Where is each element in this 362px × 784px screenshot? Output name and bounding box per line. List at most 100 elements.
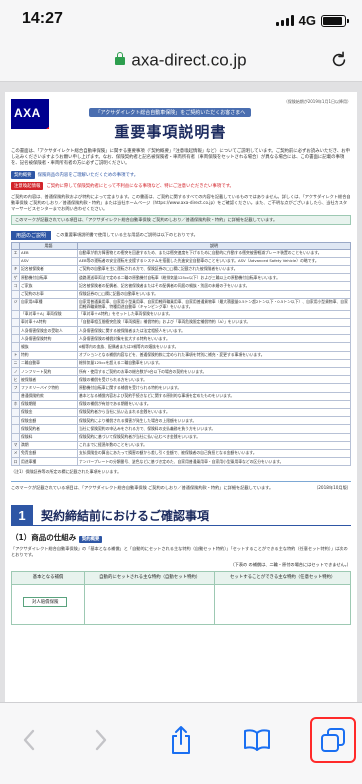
web-content[interactable]: AXA 「アクサダイレクト総合自動車保険」をご契約いただくお客さまへ 重要事項説… [0, 82, 362, 702]
status-time: 14:27 [22, 10, 63, 27]
table-row: コご家族 記名被保険者の配偶者、記名被保険者またはその配偶者の同居の親族・別居の未… [11, 281, 351, 291]
url-text[interactable]: axa-direct.co.jp [131, 51, 246, 70]
network-label: 4G [298, 13, 316, 28]
term-desc: 自動車が前方障害物との衝突を回避するため、または衝突速度を下げるために自動的に作… [77, 248, 351, 258]
legend-caution: 注意喚起情報 ご契約に際して保険契約者にとって不利益になる事項など、特にご注意い… [11, 181, 351, 190]
share-icon [172, 726, 190, 754]
logo-text: AXA [14, 106, 41, 120]
table-row: 親族 6親等内の血族、配偶者または3親等内の姻族をいいます。 [11, 342, 351, 352]
term-desc: ナンバープレートの分類番号、塗色などに基づき定めた、自家用普通乗用車・自家用小型… [77, 457, 351, 467]
term-desc: 支払保険金の算出にあたって損害の額から差し引く金額で、被保険者の自己負担となる金… [77, 448, 351, 459]
status-bar: 14:27 4G [0, 0, 362, 40]
term-kana [11, 432, 20, 442]
term-name: 車対車＋A特約 [19, 317, 78, 328]
subsection-title: （1）商品の仕組み 契約概要 [11, 532, 351, 544]
battery-icon [321, 14, 349, 27]
table-row: エ AEB 自動車が前方障害物との衝突を回避するため、または衝突速度を下げるために自… [11, 248, 351, 258]
term-name: 親族 [19, 342, 78, 352]
table-row: フファミリーバイク特約 原動機付自転車に関する補償を受けられる特約をいいます。 [11, 383, 351, 393]
bookmarks-button[interactable] [242, 725, 272, 755]
term-desc: ご契約の自動車を主に運転される方で、保険証券の□□欄に記載された被保険者をいいま… [77, 264, 351, 275]
table-row: ASV AEB等の運転者の安全運転を支援するシステムを搭載した先進安全自動車のこと… [11, 256, 351, 266]
term-desc: 道路運送車両法で定める二輪の原動機付自転車（総排気量125cc以下）および三輪以… [77, 273, 351, 283]
term-name: 被保険者 [19, 375, 78, 385]
term-kana [11, 407, 20, 418]
coverage-col-auto: 自動的にセットされる主な特約（自動セット特約） [83, 571, 216, 586]
term-desc: 所有・使用するご契約のお車の総台数が9台以下の場合の契約をいいます。 [77, 367, 351, 377]
terms-note: この重要事項説明書で使用している主な用語のご説明は以下のとおりです。 [56, 232, 198, 238]
term-kana [11, 289, 20, 299]
address-bar[interactable]: axa-direct.co.jp [0, 40, 362, 82]
term-name: ご契約のお車 [19, 289, 78, 299]
table-row: ノノンフリート契約 所有・使用するご契約のお車の総台数が9台以下の場合の契約をいい… [11, 367, 351, 377]
table-row: 保険契約者 当社に保険契約の申込みをされる方で、保険料の支払義務を負う方をいいます… [11, 424, 351, 434]
browser-toolbar [0, 702, 362, 784]
lock-icon [115, 51, 126, 65]
term-name: ASV [19, 256, 78, 266]
subsection-note: 「アクサダイレクト総合自動車保険」の「基本となる補償」と「自動的にセットされる主… [11, 546, 348, 558]
term-name: 保険契約者 [19, 424, 78, 434]
term-name: 原動機付自転車 [19, 273, 78, 283]
terms-col-term: 用語 [19, 241, 78, 250]
term-desc: 保険契約者から当社に払い込まれる金銭をいいます。 [77, 407, 351, 418]
coverage-col-optional: セットすることができる主な特約（任意セット特約） [214, 571, 351, 586]
coverage-cell [83, 584, 216, 626]
term-desc: 基本となる補償内容および契約手続きなどに関する原則的な事項を定めたものをいいます… [77, 391, 351, 401]
section-title: 契約締結前におけるご確認事項 [41, 508, 210, 523]
table-row: ホ保険期間 保険の補償が有効である期間をいいます。 [11, 399, 351, 409]
term-kana: ト [11, 350, 20, 360]
reload-icon[interactable] [330, 51, 348, 69]
term-name: 用途車種 [19, 457, 78, 467]
subsection-tag: 契約概要 [78, 536, 103, 544]
doc-title: 重要事項説明書 [114, 123, 227, 141]
book-icon [244, 729, 270, 751]
term-name: 自家用8車種 [19, 297, 78, 311]
term-name: ご家族 [19, 281, 78, 291]
term-kana [11, 424, 20, 434]
forward-button[interactable] [86, 725, 116, 755]
coverage-table: 基本となる補償 自動的にセットされる主な特約（自動セット特約） セットすることが… [11, 571, 351, 626]
page-footer: このマークが記載されている項目は、「アクサダイレクト総合自動車保険 ご契約のしお… [11, 481, 351, 491]
term-name: ノンフリート契約 [19, 367, 78, 377]
term-desc: これまでに経過年数のことをいいます。 [77, 440, 351, 450]
term-desc: 保険の補償を受けられる方をいいます。 [77, 375, 351, 385]
term-desc: 保険契約に基づいて保険契約者が当社に払い込むべき金銭をいいます。 [77, 432, 351, 442]
term-kana [11, 317, 20, 328]
status-indicators: 4G [275, 13, 349, 28]
share-button[interactable] [166, 725, 196, 755]
legend-caution-text: ご契約に際して保険契約者にとって不利益になる事項など、特にご注意いただきたい事項… [46, 183, 234, 189]
tag-summary: 契約概要 [11, 170, 35, 179]
term-kana: キ [11, 264, 20, 275]
back-arrow-icon [23, 729, 35, 751]
term-kana [11, 391, 20, 401]
term-kana [11, 416, 20, 426]
term-desc: 人身傷害保険の補償対象を拡大する特約をいいます。 [77, 334, 351, 344]
term-kana: エ [11, 248, 20, 258]
term-kana: ホ [11, 399, 20, 409]
term-desc: 総排気量125ccを超える二輪自動車をいいます。 [77, 358, 351, 369]
coverage-col-basic: 基本となる補償 [11, 571, 85, 586]
title-block: 「アクサダイレクト総合自動車保険」をご契約いただくお客さまへ 重要事項説明書 [57, 99, 284, 142]
table-row: ジ自家用8車種 自家用普通乗用車、自家用小型乗用車、自家用軽四輪乗用車、自家用普通… [11, 297, 351, 311]
terms-label: 用語のご説明 [11, 230, 52, 240]
term-name: 二輪自動車 [19, 358, 78, 369]
term-desc: オプションとなる補償内容などを、普通保険約款に定められた事項を特別に補充・変更す… [77, 350, 351, 360]
term-desc: 「車対車＋A特約」をセットした車両保険をいいます。 [77, 309, 351, 319]
table-row: 人身傷害保険特約 人身傷害保険の補償対象を拡大する特約をいいます。 [11, 334, 351, 344]
term-kana: ロ [11, 457, 20, 467]
tabs-button[interactable] [318, 725, 348, 755]
table-row: 保険金 保険契約者から当社に払い込まれる金銭をいいます。 [11, 407, 351, 418]
term-name: 保険期間 [19, 399, 78, 409]
forward-arrow-icon [95, 729, 107, 751]
term-name: 保険料 [19, 432, 78, 442]
term-name: 「車対車＋A」車両保険 [19, 309, 78, 319]
term-desc: 保険証券の□□欄に記載の自動車をいいます。 [77, 289, 351, 299]
back-button[interactable] [14, 725, 44, 755]
doc-revision: （保険始期が2019年1月1日以降用） [283, 99, 351, 104]
section-number: 1 [11, 505, 33, 526]
term-kana [11, 326, 20, 336]
term-desc: 6親等内の血族、配偶者または3親等内の姻族をいいます。 [77, 342, 351, 352]
footer-date: （2018年10月版） [314, 485, 351, 491]
table-row: ト特約 オプションとなる補償内容などを、普通保険約款に定められた事項を特別に補充・… [11, 350, 351, 360]
term-kana [11, 342, 20, 352]
